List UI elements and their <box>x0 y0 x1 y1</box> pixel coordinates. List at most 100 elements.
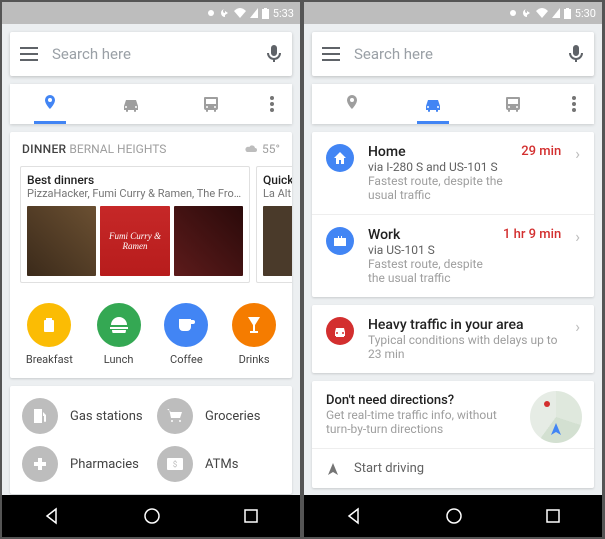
traffic-icon <box>326 317 354 345</box>
best-dinners-sub: PizzaHacker, Fumi Curry & Ramen, The Fro… <box>27 187 243 200</box>
sync-icon <box>522 8 532 18</box>
pharmacy-icon <box>33 457 47 471</box>
chevron-right-icon: › <box>575 144 580 163</box>
tab-transit[interactable] <box>473 84 554 124</box>
status-time: 5:30 <box>575 7 596 20</box>
more-icon <box>270 96 274 112</box>
quick-card[interactable]: Quick La Alt <box>256 166 292 283</box>
tab-bar <box>312 84 594 124</box>
content-drive: Home via I-280 S and US-101 S Fastest ro… <box>304 124 602 495</box>
content-explore: DINNER BERNAL HEIGHTS 55° Best dinners P… <box>2 124 300 495</box>
android-navbar <box>304 495 602 537</box>
quick-image <box>263 206 292 276</box>
no-directions-card: Don't need directions? Get real-time tra… <box>312 381 594 488</box>
home-button[interactable] <box>143 507 161 525</box>
work-icon <box>326 227 354 255</box>
svg-text:$: $ <box>173 460 178 469</box>
service-groceries[interactable]: Groceries <box>157 398 280 434</box>
tab-drive[interactable] <box>91 84 172 124</box>
gas-icon <box>32 407 48 425</box>
status-time: 5:33 <box>273 7 294 20</box>
dinner-image-1 <box>27 206 96 276</box>
service-pharmacies[interactable]: Pharmacies <box>22 446 145 482</box>
search-input[interactable]: Search here <box>52 45 252 63</box>
drinks-icon <box>246 315 262 335</box>
cloud-icon <box>244 144 258 154</box>
recents-button[interactable] <box>243 508 259 524</box>
temperature: 55° <box>262 142 280 156</box>
phone-explore: 5:33 Search here DINNER BERNAL HEIGHTS 5… <box>2 2 300 537</box>
cart-icon <box>166 408 184 424</box>
tab-transit[interactable] <box>171 84 252 124</box>
best-dinners-card[interactable]: Best dinners PizzaHacker, Fumi Curry & R… <box>20 166 250 283</box>
android-navbar <box>2 495 300 537</box>
destination-work[interactable]: Work via US-101 S Fastest route, despite… <box>312 215 594 297</box>
home-button[interactable] <box>445 507 463 525</box>
signal-icon <box>250 8 258 18</box>
service-gas[interactable]: Gas stations <box>22 398 145 434</box>
category-breakfast[interactable]: Breakfast <box>26 303 73 366</box>
dinner-category: DINNER <box>22 142 66 156</box>
more-icon <box>572 96 576 112</box>
menu-icon[interactable] <box>322 47 340 61</box>
traffic-card[interactable]: Heavy traffic in your area Typical condi… <box>312 305 594 373</box>
category-lunch[interactable]: Lunch <box>97 303 141 366</box>
lunch-icon <box>109 317 129 333</box>
work-eta: 1 hr 9 min <box>503 227 561 242</box>
tab-explore[interactable] <box>10 84 91 124</box>
quick-sub: La Alt <box>263 187 292 200</box>
mic-icon[interactable] <box>266 44 282 64</box>
home-eta: 29 min <box>521 144 561 159</box>
status-bar: 5:33 <box>2 2 300 24</box>
location-icon <box>508 8 518 18</box>
map-thumbnail <box>530 391 582 443</box>
wifi-icon <box>234 8 246 18</box>
back-button[interactable] <box>43 507 61 525</box>
search-bar[interactable]: Search here <box>10 32 292 76</box>
dinner-card: DINNER BERNAL HEIGHTS 55° Best dinners P… <box>10 132 292 378</box>
pin-icon <box>41 95 59 113</box>
sync-icon <box>220 8 230 18</box>
car-icon <box>121 96 141 112</box>
tab-explore[interactable] <box>312 84 393 124</box>
destination-home[interactable]: Home via I-280 S and US-101 S Fastest ro… <box>312 132 594 215</box>
bus-icon <box>504 95 522 113</box>
phone-drive: 5:30 Search here Home via I-280 S and US… <box>304 2 602 537</box>
category-drinks[interactable]: Drinks <box>232 303 276 366</box>
destinations-card: Home via I-280 S and US-101 S Fastest ro… <box>312 132 594 297</box>
service-atms[interactable]: $ ATMs <box>157 446 280 482</box>
signal-icon <box>552 8 560 18</box>
tab-overflow[interactable] <box>554 84 594 124</box>
location-icon <box>206 8 216 18</box>
services-card: Gas stations Groceries Pharmacies $ ATMs <box>10 386 292 494</box>
search-bar[interactable]: Search here <box>312 32 594 76</box>
pin-icon <box>343 95 361 113</box>
dinner-area: BERNAL HEIGHTS <box>69 142 166 156</box>
coffee-icon <box>176 316 196 334</box>
tab-overflow[interactable] <box>252 84 292 124</box>
nav-arrow-icon <box>548 421 564 437</box>
breakfast-icon <box>40 316 58 334</box>
weather: 55° <box>244 142 280 156</box>
back-button[interactable] <box>345 507 363 525</box>
search-input[interactable]: Search here <box>354 45 554 63</box>
menu-icon[interactable] <box>20 47 38 61</box>
bus-icon <box>202 95 220 113</box>
status-bar: 5:30 <box>304 2 602 24</box>
category-coffee[interactable]: Coffee <box>164 303 208 366</box>
tab-bar <box>10 84 292 124</box>
best-dinners-title: Best dinners <box>27 173 243 187</box>
mic-icon[interactable] <box>568 44 584 64</box>
car-icon <box>423 96 443 112</box>
chevron-right-icon: › <box>575 317 580 336</box>
battery-icon <box>262 8 269 19</box>
recents-button[interactable] <box>545 508 561 524</box>
battery-icon <box>564 8 571 19</box>
nav-icon <box>326 462 340 476</box>
chevron-right-icon: › <box>575 227 580 246</box>
dinner-image-3 <box>174 206 243 276</box>
start-driving-button[interactable]: Start driving <box>312 448 594 488</box>
tab-drive[interactable] <box>393 84 474 124</box>
home-icon <box>326 144 354 172</box>
quick-title: Quick <box>263 173 292 187</box>
